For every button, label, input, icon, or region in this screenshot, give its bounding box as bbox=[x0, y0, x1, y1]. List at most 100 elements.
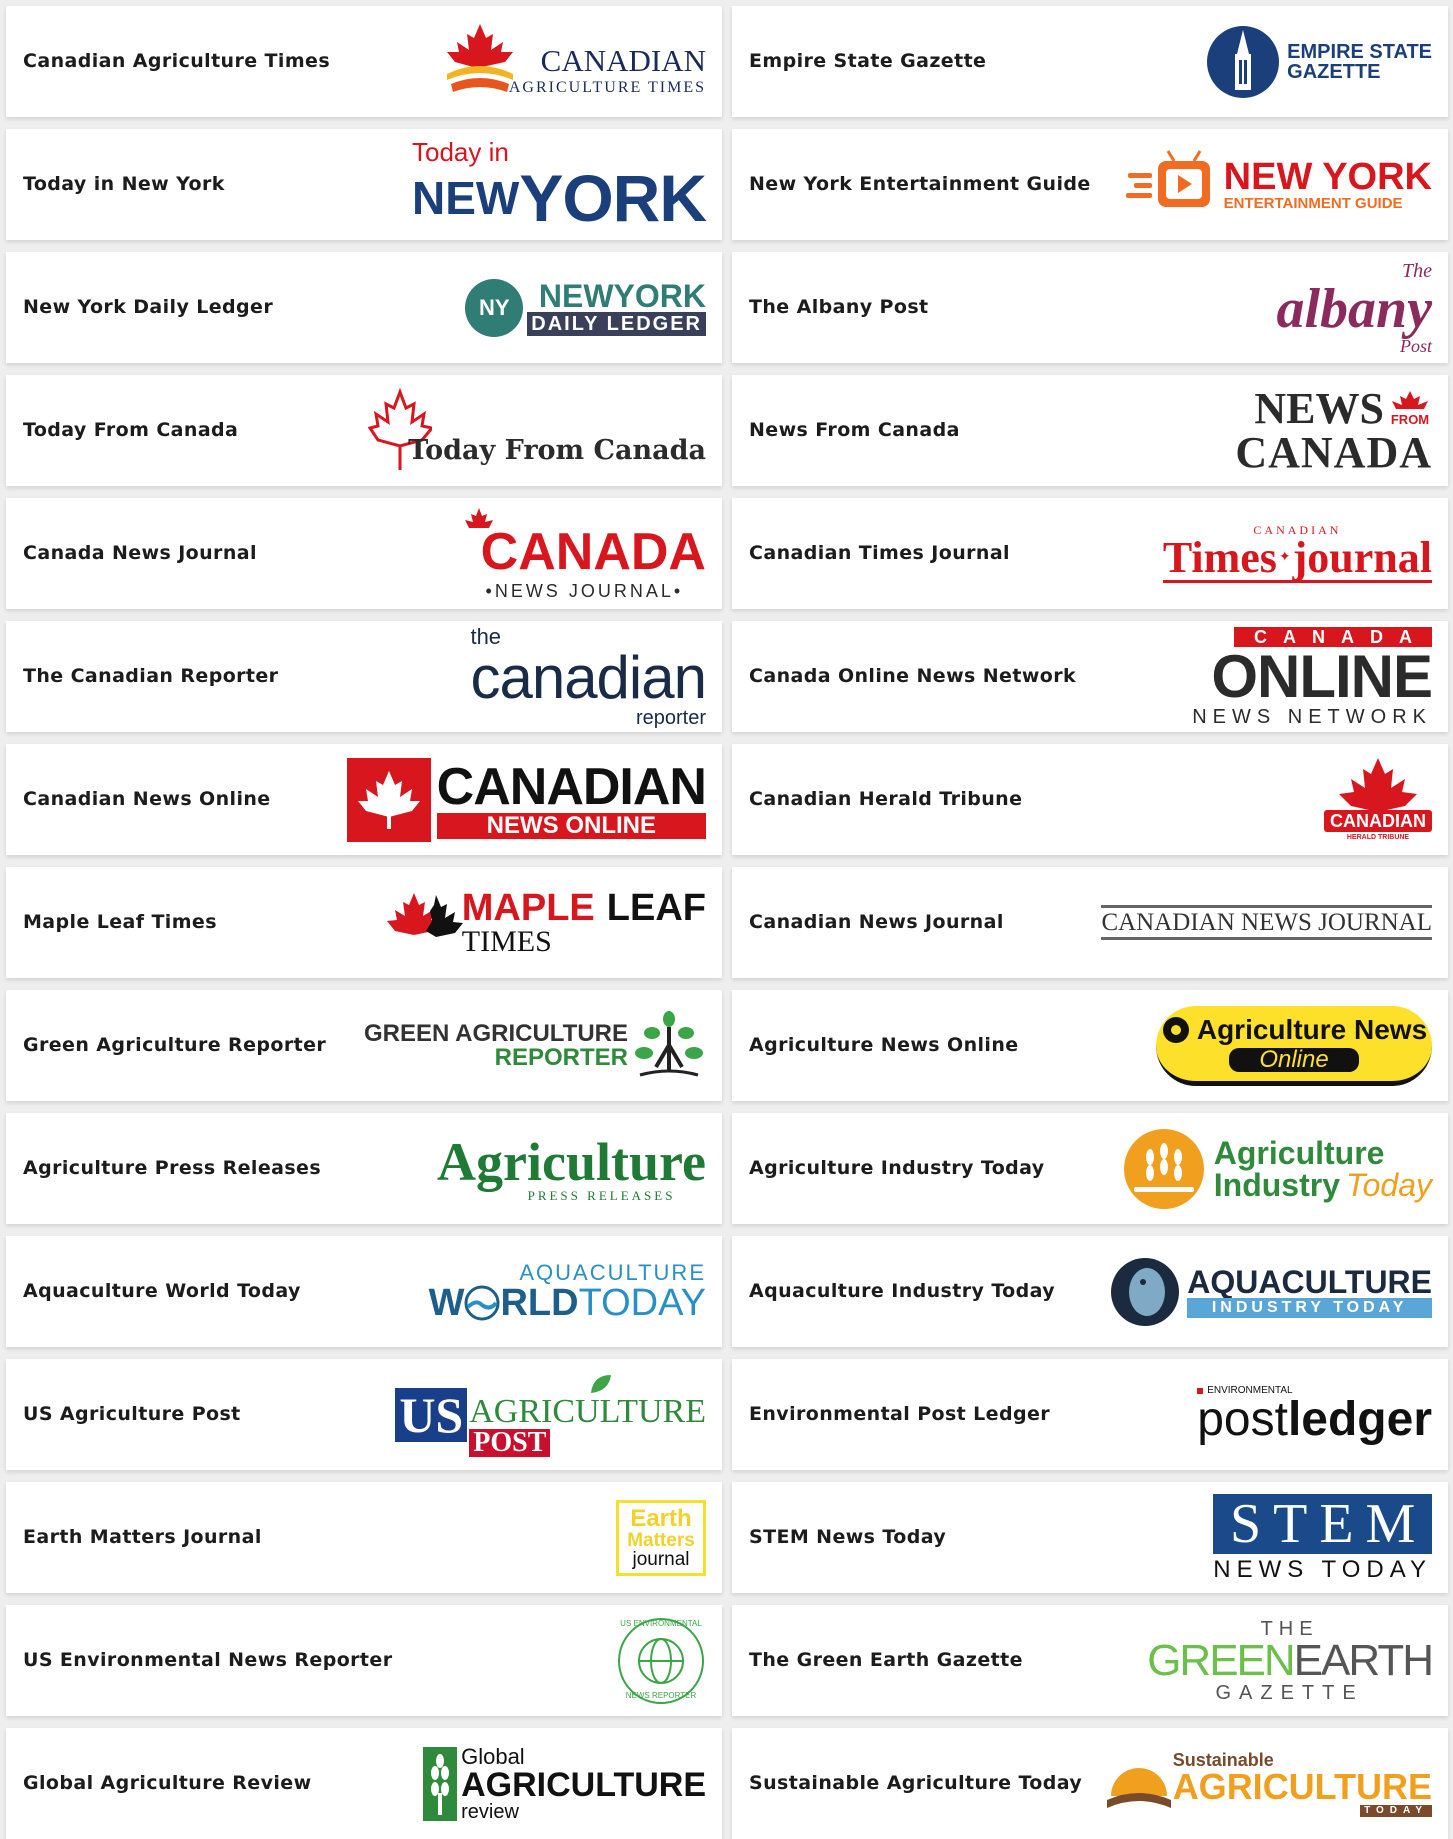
publication-name: The Canadian Reporter bbox=[23, 665, 279, 687]
logo-subtitle: CANADA bbox=[1235, 427, 1432, 477]
logo-title: MAPLE bbox=[461, 886, 595, 929]
publication-logo: MAPLE LEAF TIMES bbox=[386, 875, 706, 970]
publication-name: Canada News Journal bbox=[23, 542, 257, 564]
publication-name: Sustainable Agriculture Today bbox=[749, 1772, 1083, 1794]
logo-title: Today From Canada bbox=[408, 435, 706, 466]
publication-card[interactable]: Sustainable Agriculture Today Sustainabl… bbox=[732, 1728, 1448, 1839]
logo-title: Earth bbox=[630, 1504, 692, 1532]
publication-card[interactable]: Agriculture Press Releases Agriculture P… bbox=[6, 1113, 722, 1224]
publication-card[interactable]: Canadian News Journal CANADIAN NEWS JOUR… bbox=[732, 867, 1448, 978]
publication-logo: NY NEWYORK DAILY LEDGER bbox=[406, 260, 706, 355]
logo-title-3: TODAY bbox=[578, 1281, 706, 1324]
publication-card[interactable]: Environmental Post Ledger ENVIRONMENTAL … bbox=[732, 1359, 1448, 1470]
publication-name: Canadian Agriculture Times bbox=[23, 50, 331, 72]
publication-card[interactable]: Earth Matters Journal Earth Matters jour… bbox=[6, 1482, 722, 1593]
publication-card[interactable]: Today in New York Today in NEW YORK bbox=[6, 129, 722, 240]
logo-title-2: EARTH bbox=[1293, 1635, 1434, 1685]
logo-subtitle: journal bbox=[632, 1548, 690, 1570]
publication-card[interactable]: Agriculture News Online Agriculture News… bbox=[732, 990, 1448, 1101]
tractor-wheel-icon bbox=[1162, 1016, 1189, 1043]
publication-name: Canadian Times Journal bbox=[749, 542, 1010, 564]
publication-name: Empire State Gazette bbox=[749, 50, 987, 72]
publication-card[interactable]: Canada News Journal CANADA •NEWS JOURNAL… bbox=[6, 498, 722, 609]
publication-card[interactable]: Empire State Gazette EMPIRE STATE GAZETT… bbox=[732, 6, 1448, 117]
logo-subtitle: Post bbox=[1399, 335, 1432, 356]
publication-card[interactable]: The Albany Post The albany Post bbox=[732, 252, 1448, 363]
publication-logo: Today in NEW YORK bbox=[406, 136, 707, 235]
logo-title-accent: YORK bbox=[519, 160, 707, 235]
publication-card[interactable]: News From Canada NEWS FROM CANADA bbox=[732, 375, 1448, 486]
logo-title: CANADIAN bbox=[1324, 810, 1432, 832]
logo-subtitle: DAILY LEDGER bbox=[527, 311, 706, 336]
publication-logo: AQUACULTURE INDUSTRY TODAY bbox=[1111, 1244, 1432, 1339]
publication-name: New York Entertainment Guide bbox=[749, 173, 1091, 195]
publication-card[interactable]: The Green Earth Gazette THE GREEN EARTH … bbox=[732, 1605, 1448, 1716]
publication-logo: Agriculture News Online bbox=[1132, 998, 1432, 1093]
publication-name: Canadian News Online bbox=[23, 788, 271, 810]
logo-title: AGRICULTURE bbox=[469, 1392, 706, 1430]
capitol-dome-icon bbox=[1207, 25, 1280, 98]
publication-card[interactable]: Agriculture Industry Today Agriculture I… bbox=[732, 1113, 1448, 1224]
publication-logo: US AGRICULTURE POST bbox=[395, 1367, 706, 1462]
logo-title: Agriculture bbox=[437, 1132, 706, 1192]
publication-logo: Agriculture PRESS RELEASES bbox=[406, 1121, 706, 1216]
publication-logo: GREEN AGRICULTURE REPORTER bbox=[364, 998, 706, 1093]
publication-card[interactable]: Maple Leaf Times MAPLE LEAF TIMES bbox=[6, 867, 722, 978]
publication-card[interactable]: New York Entertainment Guide NEW YORK EN… bbox=[732, 129, 1448, 240]
logo-subtitle: POST bbox=[469, 1428, 551, 1457]
logo-title: GREEN AGRICULTURE bbox=[364, 1019, 628, 1047]
publication-name: Agriculture News Online bbox=[749, 1034, 1019, 1056]
publication-logo: CANADA •NEWS JOURNAL• bbox=[406, 506, 706, 601]
tv-play-icon bbox=[1125, 149, 1210, 207]
logo-badge: US bbox=[395, 1387, 468, 1442]
logo-title: ONLINE bbox=[1211, 642, 1433, 710]
logo-title: US ENVIRONMENTAL bbox=[620, 1618, 702, 1628]
publication-name: News From Canada bbox=[749, 419, 960, 441]
logo-title: NEWYORK bbox=[538, 277, 706, 314]
logo-kicker: Global bbox=[461, 1743, 525, 1769]
wheat-icon bbox=[1123, 1128, 1204, 1209]
logo-title: NEW YORK bbox=[1223, 156, 1432, 198]
publication-card[interactable]: The Canadian Reporter the canadian repor… bbox=[6, 621, 722, 732]
logo-title: CANADIAN bbox=[540, 43, 706, 78]
publication-name: US Agriculture Post bbox=[23, 1403, 241, 1425]
publication-logo: CANADA ONLINE NEWS NETWORK bbox=[1132, 626, 1433, 727]
logo-subtitle: AGRICULTURE TIMES bbox=[508, 79, 706, 96]
publication-card[interactable]: Green Agriculture Reporter GREEN AGRICUL… bbox=[6, 990, 722, 1101]
publication-card[interactable]: Global Agriculture Review Global AGRICUL… bbox=[6, 1728, 722, 1839]
publication-card[interactable]: Today From Canada Today From Canada bbox=[6, 375, 722, 486]
logo-title-2: Industry bbox=[1213, 1166, 1340, 1203]
logo-title: canadian bbox=[470, 643, 707, 711]
publication-card[interactable]: US Environmental News Reporter US ENVIRO… bbox=[6, 1605, 722, 1716]
publication-card[interactable]: Canadian Times Journal CANADIAN Times ✦ … bbox=[732, 498, 1448, 609]
logo-title-2: Matters bbox=[627, 1529, 695, 1551]
publication-card[interactable]: Canada Online News Network CANADA ONLINE… bbox=[732, 621, 1448, 732]
publication-logo: AQUACULTURE W RLD TODAY bbox=[406, 1244, 706, 1339]
logo-kicker: Today in bbox=[411, 136, 509, 167]
logo-subtitle: NEWS REPORTER bbox=[625, 1690, 697, 1700]
publication-logo: ENVIRONMENTAL post ledger bbox=[1132, 1367, 1432, 1462]
publication-name: Global Agriculture Review bbox=[23, 1772, 312, 1794]
logo-title: Agriculture bbox=[1213, 1134, 1385, 1171]
publication-card[interactable]: Aquaculture World Today AQUACULTURE W RL… bbox=[6, 1236, 722, 1347]
logo-subtitle: Today bbox=[1346, 1166, 1432, 1203]
publication-card[interactable]: Canadian Herald Tribune CANADIAN HERALD … bbox=[732, 744, 1448, 855]
publication-logo: Global AGRICULTURE review bbox=[406, 1736, 706, 1831]
publication-card[interactable]: Aquaculture Industry Today AQUACULTURE I… bbox=[732, 1236, 1448, 1347]
logo-title: Agriculture News bbox=[1196, 1013, 1428, 1045]
sunrise-field-icon bbox=[1106, 1767, 1171, 1808]
publication-card[interactable]: Canadian Agriculture Times CANADIAN AGRI… bbox=[6, 6, 722, 117]
publication-card[interactable]: US Agriculture Post US AGRICULTURE POST bbox=[6, 1359, 722, 1470]
publication-logo: Agriculture Industry Today bbox=[1123, 1121, 1432, 1216]
publication-card[interactable]: Canadian News Online CANADIAN NEWS ONLIN… bbox=[6, 744, 722, 855]
logo-kicker: AQUACULTURE bbox=[519, 1259, 706, 1285]
publication-logo: CANADIAN AGRICULTURE TIMES bbox=[406, 14, 706, 109]
publication-grid: Canadian Agriculture Times CANADIAN AGRI… bbox=[0, 0, 1453, 1839]
logo-subtitle: TODAY bbox=[1360, 1804, 1432, 1817]
publication-card[interactable]: New York Daily Ledger NY NEWYORK DAILY L… bbox=[6, 252, 722, 363]
publication-name: The Green Earth Gazette bbox=[749, 1649, 1023, 1671]
publication-name: STEM News Today bbox=[749, 1526, 947, 1548]
logo-title: AGRICULTURE bbox=[461, 1765, 706, 1804]
publication-card[interactable]: STEM News Today STEM NEWS TODAY bbox=[732, 1482, 1448, 1593]
logo-title: Times bbox=[1162, 533, 1277, 582]
